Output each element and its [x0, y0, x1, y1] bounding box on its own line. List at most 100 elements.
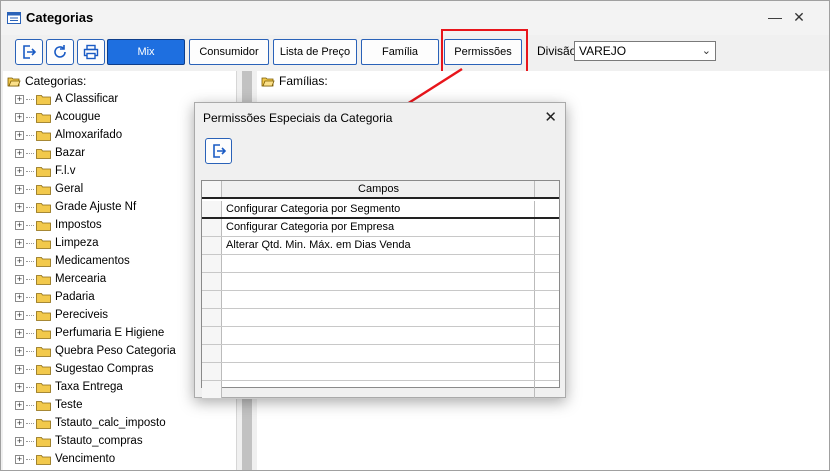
expand-icon[interactable]: +: [15, 202, 24, 212]
grid-cell-campo[interactable]: [223, 255, 535, 272]
tree-item[interactable]: + Pereciveis: [15, 306, 108, 324]
expand-icon[interactable]: +: [15, 184, 24, 194]
tree-item[interactable]: + Acougue: [15, 108, 100, 126]
expand-icon[interactable]: +: [15, 364, 24, 374]
expand-icon[interactable]: +: [15, 130, 24, 140]
row-indicator: [202, 237, 222, 254]
grid-row[interactable]: [202, 381, 559, 399]
grid-row[interactable]: [202, 273, 559, 291]
tab-familia[interactable]: Família: [361, 39, 439, 65]
tree-item-label: Limpeza: [55, 237, 99, 249]
expand-icon[interactable]: +: [15, 436, 24, 446]
expand-icon[interactable]: +: [15, 94, 24, 104]
window-title: Categorias: [26, 10, 94, 25]
grid-row[interactable]: [202, 309, 559, 327]
expand-icon[interactable]: +: [15, 274, 24, 284]
tree-item[interactable]: + Impostos: [15, 216, 102, 234]
close-icon[interactable]: ✕: [791, 9, 807, 25]
grid-row[interactable]: [202, 345, 559, 363]
refresh-button[interactable]: [46, 39, 74, 65]
tree-item[interactable]: + Medicamentos: [15, 252, 130, 270]
close-icon[interactable]: ✕: [544, 108, 557, 126]
grid-cell-campo[interactable]: Configurar Categoria por Empresa: [223, 219, 535, 236]
app-icon: [7, 12, 21, 24]
tree-connector: [26, 134, 34, 136]
expand-icon[interactable]: +: [15, 220, 24, 230]
tree-connector: [26, 188, 34, 190]
tree-item[interactable]: + Tstauto_compras: [15, 432, 143, 450]
grid-row[interactable]: [202, 291, 559, 309]
tree-item[interactable]: + Tstauto_calc_imposto: [15, 414, 166, 432]
tree-item[interactable]: + Geral: [15, 180, 83, 198]
expand-icon[interactable]: +: [15, 328, 24, 338]
grid-cell-campo[interactable]: [223, 327, 535, 344]
grid-cell-campo[interactable]: [223, 273, 535, 290]
row-indicator: [202, 291, 222, 308]
grid-row[interactable]: [202, 255, 559, 273]
tree-root[interactable]: Categorias:: [7, 74, 86, 88]
tree-item[interactable]: + Teste: [15, 396, 83, 414]
dialog-exit-button[interactable]: [205, 138, 232, 164]
column-header-campos[interactable]: Campos: [223, 181, 535, 197]
tab-lista-de-preco[interactable]: Lista de Preço: [273, 39, 357, 65]
header-filler: [536, 181, 559, 197]
tree-connector: [26, 440, 34, 442]
tree-item[interactable]: + Sugestao Compras: [15, 360, 153, 378]
tree-item-label: Bazar: [55, 147, 86, 159]
tree-item[interactable]: + Mercearia: [15, 270, 106, 288]
tree-connector: [26, 404, 34, 406]
grid-cell-campo[interactable]: [223, 345, 535, 362]
tree-connector: [26, 152, 34, 154]
tree-item[interactable]: + Padaria: [15, 288, 95, 306]
tree-item[interactable]: + A Classificar: [15, 90, 118, 108]
print-button[interactable]: [77, 39, 105, 65]
grid-cell-campo[interactable]: [223, 363, 535, 380]
grid-row[interactable]: Configurar Categoria por Empresa: [202, 219, 559, 237]
grid-cell-campo[interactable]: [223, 291, 535, 308]
tree-item-label: Vencimento: [55, 453, 116, 465]
expand-icon[interactable]: +: [15, 346, 24, 356]
tree-item[interactable]: + Vencimento: [15, 450, 115, 468]
grid-cell-campo[interactable]: [223, 309, 535, 326]
expand-icon[interactable]: +: [15, 454, 24, 464]
tab-consumidor[interactable]: Consumidor: [189, 39, 269, 65]
grid-row[interactable]: [202, 327, 559, 345]
expand-icon[interactable]: +: [15, 310, 24, 320]
expand-icon[interactable]: +: [15, 238, 24, 248]
expand-icon[interactable]: +: [15, 292, 24, 302]
tree-item[interactable]: + F.l.v: [15, 162, 75, 180]
tree-item[interactable]: + Limpeza: [15, 234, 98, 252]
grid-cell-campo[interactable]: [223, 381, 535, 398]
expand-icon[interactable]: +: [15, 400, 24, 410]
tree-connector: [26, 278, 34, 280]
expand-icon[interactable]: +: [15, 112, 24, 122]
tree-item[interactable]: + Bazar: [15, 144, 85, 162]
grid-cell-campo[interactable]: Alterar Qtd. Min. Máx. em Dias Venda: [223, 237, 535, 254]
exit-button[interactable]: [15, 39, 43, 65]
tree-item[interactable]: + Almoxarifado: [15, 126, 122, 144]
grid-row[interactable]: Configurar Categoria por Segmento: [202, 201, 559, 219]
grid-cell-filler: [536, 273, 559, 290]
tree-item[interactable]: + Quebra Peso Categoria: [15, 342, 176, 360]
tree-item[interactable]: + Taxa Entrega: [15, 378, 123, 396]
tree-item[interactable]: + Grade Ajuste Nf: [15, 198, 136, 216]
expand-icon[interactable]: +: [15, 148, 24, 158]
tree-item-label: F.l.v: [55, 165, 76, 177]
tab-mix[interactable]: Mix: [107, 39, 185, 65]
tree-connector: [26, 314, 34, 316]
folder-icon: [36, 149, 51, 159]
expand-icon[interactable]: +: [15, 166, 24, 176]
expand-icon[interactable]: +: [15, 418, 24, 428]
minimize-icon[interactable]: —: [767, 9, 783, 25]
tree-item[interactable]: + Perfumaria E Higiene: [15, 324, 164, 342]
grid-row[interactable]: Alterar Qtd. Min. Máx. em Dias Venda: [202, 237, 559, 255]
tab-permissoes[interactable]: Permissões: [444, 39, 522, 65]
grid-row[interactable]: [202, 363, 559, 381]
expand-icon[interactable]: +: [15, 382, 24, 392]
grid-cell-campo[interactable]: Configurar Categoria por Segmento: [223, 201, 535, 217]
tree-connector: [26, 386, 34, 388]
divisao-select[interactable]: VAREJO ⌄: [574, 41, 716, 61]
expand-icon[interactable]: +: [15, 256, 24, 266]
folder-icon: [36, 329, 51, 339]
tree-connector: [26, 260, 34, 262]
